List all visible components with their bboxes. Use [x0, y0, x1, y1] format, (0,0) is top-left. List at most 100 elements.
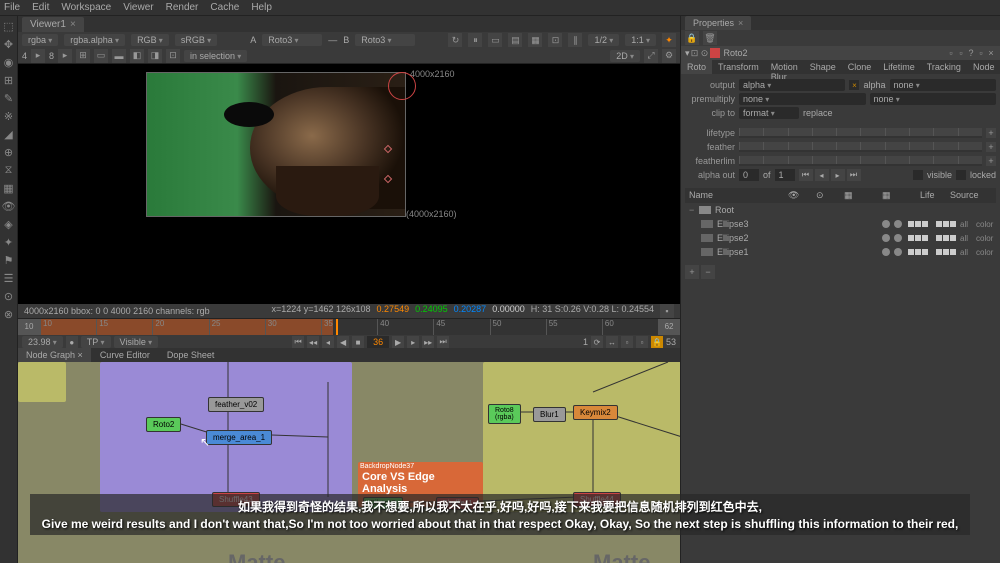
- tb2-f[interactable]: ◧: [130, 49, 144, 63]
- menu-help[interactable]: Help: [251, 2, 272, 13]
- subtab-motionblur[interactable]: Motion Blur: [765, 60, 804, 74]
- zoom-dropdown[interactable]: 1:1: [625, 34, 656, 46]
- node-color-swatch[interactable]: [710, 48, 720, 58]
- other-tool-icon[interactable]: ◈: [3, 218, 15, 230]
- close-icon[interactable]: ×: [70, 19, 76, 30]
- alpha-max-input[interactable]: 1: [775, 169, 795, 181]
- fps-mode[interactable]: TP: [81, 336, 111, 348]
- node-header[interactable]: ▾ ⊡ ⊙ Roto2 ▫ ▫ ? ▫ ×: [681, 46, 1000, 60]
- expand-icon[interactable]: −: [689, 205, 699, 215]
- overlay-dropdown[interactable]: in selection: [184, 50, 247, 62]
- feather-bar[interactable]: [739, 142, 982, 152]
- input-b-dropdown[interactable]: Roto3: [355, 34, 415, 46]
- alpha-checkbox[interactable]: ×: [849, 80, 859, 90]
- backdrop-yellow[interactable]: [483, 362, 680, 512]
- views-tool-icon[interactable]: 👁: [3, 200, 15, 212]
- menu-workspace[interactable]: Workspace: [61, 2, 111, 13]
- menu-file[interactable]: File: [4, 2, 20, 13]
- proxy-icon[interactable]: ▤: [508, 33, 522, 47]
- tab-curveeditor[interactable]: Curve Editor: [92, 348, 158, 362]
- tb2-h[interactable]: ⊡: [166, 49, 180, 63]
- fps-input[interactable]: 23.98: [22, 336, 63, 348]
- center-icon[interactable]: ⊡: [690, 48, 700, 58]
- tb2-d[interactable]: ▭: [94, 49, 108, 63]
- refresh-icon[interactable]: ↻: [448, 33, 462, 47]
- tb2-c[interactable]: ⊞: [76, 49, 90, 63]
- prop-lock-icon[interactable]: 🔒: [685, 31, 699, 45]
- deep-tool-icon[interactable]: ▦: [3, 182, 15, 194]
- clip-dropdown[interactable]: format: [739, 107, 799, 119]
- time-tool-icon[interactable]: ⧖: [3, 164, 15, 176]
- status-square-icon[interactable]: ▪: [660, 304, 674, 318]
- remove-shape-icon[interactable]: −: [701, 265, 715, 279]
- subtab-transform[interactable]: Transform: [712, 60, 765, 74]
- node-roto2[interactable]: Roto2: [146, 417, 181, 432]
- visibility-toggle[interactable]: [882, 220, 890, 228]
- prop-close-icon[interactable]: ×: [986, 48, 996, 58]
- fps-lock-icon[interactable]: ●: [66, 336, 78, 348]
- tb2-gear[interactable]: ⚙: [662, 49, 676, 63]
- lock-icon[interactable]: ✦: [662, 33, 676, 47]
- tl-btn-a[interactable]: ▫: [621, 336, 633, 348]
- node-name-field[interactable]: Roto2: [724, 48, 748, 58]
- play-fwd-icon[interactable]: ▶: [392, 336, 404, 348]
- color-tool-icon[interactable]: ◉: [3, 56, 15, 68]
- node-roto8[interactable]: Roto8 (rgba): [488, 404, 521, 424]
- srgb-dropdown[interactable]: sRGB: [175, 34, 217, 46]
- tool-icon-e[interactable]: ⊗: [3, 308, 15, 320]
- keyer-tool-icon[interactable]: ◢: [3, 128, 15, 140]
- visibility-toggle[interactable]: [882, 248, 890, 256]
- range-start[interactable]: 10: [18, 319, 40, 335]
- output-dropdown[interactable]: alpha: [739, 79, 845, 91]
- mask-dropdown[interactable]: none: [890, 79, 996, 91]
- prop-btn-a[interactable]: ▫: [946, 48, 956, 58]
- layer-dropdown[interactable]: rgba.alpha: [64, 34, 125, 46]
- locked-checkbox[interactable]: [956, 170, 966, 180]
- subtab-clone[interactable]: Clone: [842, 60, 878, 74]
- select-tool-icon[interactable]: ⬚: [3, 20, 15, 32]
- stop-icon[interactable]: ■: [352, 336, 364, 348]
- tb2-b[interactable]: ▸: [58, 49, 72, 63]
- feather-add-icon[interactable]: +: [986, 142, 996, 152]
- ip-icon[interactable]: ▦: [528, 33, 542, 47]
- prev-key-icon[interactable]: ◂◂: [307, 336, 319, 348]
- shape-ellipse1[interactable]: Ellipse1 all color: [685, 245, 996, 259]
- subtab-lifetime[interactable]: Lifetime: [877, 60, 921, 74]
- input-a-dropdown[interactable]: Roto3: [262, 34, 322, 46]
- backdrop-yellow-small[interactable]: [18, 362, 66, 402]
- fealim-add-icon[interactable]: +: [986, 156, 996, 166]
- play-back-icon[interactable]: ◀: [337, 336, 349, 348]
- current-frame[interactable]: 36: [367, 336, 389, 348]
- render-toggle[interactable]: [894, 248, 902, 256]
- menu-render[interactable]: Render: [166, 2, 199, 13]
- tl-btn-b[interactable]: ▫: [636, 336, 648, 348]
- shape-ellipse3[interactable]: Ellipse3 all color: [685, 217, 996, 231]
- subtab-shape[interactable]: Shape: [804, 60, 842, 74]
- key-last-icon[interactable]: ⏭: [847, 169, 861, 181]
- render-toggle[interactable]: [894, 234, 902, 242]
- prop-btn-b[interactable]: ▫: [956, 48, 966, 58]
- timeline-ruler[interactable]: 10 10 15 20 25 30 35 40 45 50 55 60 62: [18, 319, 680, 335]
- tool-icon-c[interactable]: ☰: [3, 272, 15, 284]
- tb2-a[interactable]: ▸: [31, 49, 45, 63]
- viewer-canvas[interactable]: 4000x2160 (4000x2160): [18, 64, 680, 304]
- alpha-min-input[interactable]: 0: [739, 169, 759, 181]
- prop-clear-icon[interactable]: 🗑: [703, 31, 717, 45]
- rgb-dropdown[interactable]: RGB: [131, 34, 169, 46]
- pause2-icon[interactable]: ∥: [568, 33, 582, 47]
- node-feather[interactable]: feather_v02: [208, 397, 264, 412]
- timeline-mode[interactable]: Visible: [114, 336, 159, 348]
- downrez-dropdown[interactable]: 1/2: [588, 34, 619, 46]
- prop-btn-c[interactable]: ?: [966, 48, 976, 58]
- pause-icon[interactable]: ⏸: [468, 33, 482, 47]
- properties-tab[interactable]: Properties×: [685, 16, 751, 30]
- prop-btn-d[interactable]: ▫: [976, 48, 986, 58]
- merge-tool-icon[interactable]: ⊕: [3, 146, 15, 158]
- bounce-icon[interactable]: ↔: [606, 336, 618, 348]
- tool-icon-b[interactable]: ⚑: [3, 254, 15, 266]
- next-key-icon[interactable]: ▸▸: [422, 336, 434, 348]
- capture-icon[interactable]: ⊡: [548, 33, 562, 47]
- channels-dropdown[interactable]: rgba: [22, 34, 58, 46]
- prev-frame-icon[interactable]: ◂: [322, 336, 334, 348]
- loop-icon[interactable]: ⟳: [591, 336, 603, 348]
